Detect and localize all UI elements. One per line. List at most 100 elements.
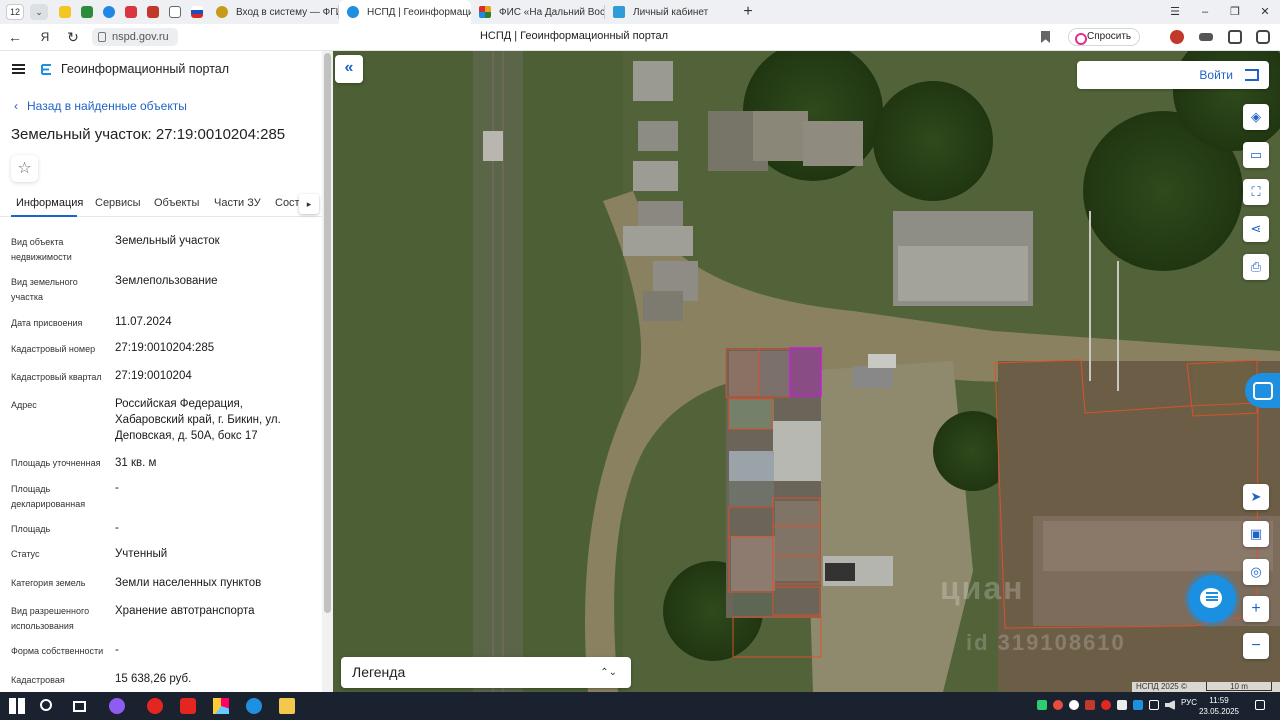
restore-icon[interactable]: ❐ — [1220, 0, 1250, 24]
scale-bar: 10 m — [1206, 682, 1272, 691]
tabs-menu-chevron-icon[interactable]: ⌄ — [30, 4, 48, 20]
browser-tab[interactable]: ФИС «На Дальний Восто — [471, 0, 604, 24]
browser-tab[interactable]: Личный кабинет — [605, 0, 733, 24]
tray-icon[interactable] — [1117, 700, 1127, 710]
select-area-icon[interactable]: ⛶ — [1243, 179, 1269, 205]
browser-tab-active[interactable]: НСПД | Геоинформацио ✕ — [339, 0, 471, 24]
yandex-icon[interactable] — [180, 698, 196, 714]
zoom-in-icon[interactable]: + — [1243, 596, 1269, 622]
pinned-tab-icon[interactable] — [169, 6, 181, 18]
share-icon[interactable]: ⋖ — [1243, 216, 1269, 242]
browser-tab-title: ФИС «На Дальний Восто — [499, 6, 604, 18]
notifications-icon[interactable] — [1255, 700, 1265, 710]
attribution-text: НСПД 2025 © — [1136, 682, 1187, 691]
browser-tab-title: Личный кабинет — [633, 6, 709, 18]
tab-information[interactable]: Информация — [16, 197, 83, 209]
object-title: Земельный участок: 27:19:0010204:285 — [11, 126, 286, 143]
attr-value: Российская Федерация, Хабаровский край, … — [115, 398, 281, 442]
attr-value: - — [115, 522, 119, 534]
app-icon[interactable] — [109, 698, 125, 714]
profile-icon[interactable] — [1256, 30, 1270, 44]
back-link-label: Назад в найденные объекты — [27, 99, 187, 113]
close-window-icon[interactable]: ✕ — [1250, 0, 1280, 24]
language-indicator[interactable]: РУС — [1181, 698, 1197, 707]
pinned-tab-icon[interactable] — [81, 6, 93, 18]
pinned-tab-icon[interactable] — [191, 6, 203, 18]
panel-scrollbar[interactable] — [322, 51, 333, 692]
extension-icon[interactable] — [1170, 30, 1184, 44]
file-explorer-icon[interactable] — [279, 698, 295, 714]
geolocation-icon[interactable]: ◎ — [1243, 559, 1269, 585]
tab-parcel-parts[interactable]: Части ЗУ — [214, 197, 261, 209]
clock-date: 23.05.2025 — [1198, 707, 1240, 716]
attr-label: Площадь — [11, 524, 51, 534]
extension-icon[interactable] — [1199, 33, 1213, 41]
site-favicon-icon — [216, 6, 228, 18]
tray-icon[interactable] — [1133, 700, 1143, 710]
selected-parcel[interactable] — [789, 347, 822, 397]
downloads-icon[interactable] — [1228, 30, 1242, 44]
print-icon[interactable]: ⎙ — [1243, 254, 1269, 280]
new-tab-button[interactable]: + — [739, 3, 757, 21]
tray-icon[interactable] — [1053, 700, 1063, 710]
task-view-icon[interactable] — [73, 701, 86, 712]
pinned-tab-icon[interactable] — [103, 6, 115, 18]
ask-button[interactable]: Спросить — [1068, 28, 1141, 46]
layers-icon[interactable]: ◈ — [1243, 104, 1269, 130]
login-button[interactable]: Войти — [1077, 61, 1269, 89]
attr-value: Земельный участок — [115, 235, 220, 247]
locate-icon[interactable]: ➤ — [1243, 484, 1269, 510]
legend-dropdown[interactable]: Легенда ⌃⌄ — [341, 657, 631, 688]
tray-icon[interactable] — [1085, 700, 1095, 710]
attr-label: Категория земель — [11, 578, 86, 588]
minimap-icon[interactable]: ▣ — [1243, 521, 1269, 547]
login-icon — [1245, 69, 1259, 81]
os-taskbar: РУС 11:59 23.05.2025 — [0, 692, 1280, 720]
yandex-browser-icon[interactable] — [147, 698, 163, 714]
app-icon[interactable] — [246, 698, 262, 714]
app-icon[interactable] — [213, 698, 229, 714]
browser-address-bar: ← Я ↻ nspd.gov.ru НСПД | Геоинформационн… — [0, 24, 1280, 51]
zoom-out-icon[interactable]: − — [1243, 633, 1269, 659]
favorite-star-button[interactable]: ☆ — [11, 155, 38, 182]
expand-collapse-icon: ⌃⌄ — [600, 667, 617, 678]
scrollbar-thumb[interactable] — [324, 53, 331, 613]
watermark-logo: циан — [940, 570, 1025, 606]
attr-label: Кадастровый номер — [11, 344, 96, 354]
minimize-icon[interactable]: – — [1190, 0, 1220, 24]
site-favicon-icon — [347, 6, 359, 18]
support-chat-icon[interactable] — [1245, 373, 1280, 408]
network-icon[interactable] — [1149, 700, 1159, 710]
system-clock[interactable]: 11:59 23.05.2025 — [1197, 695, 1241, 717]
login-label: Войти — [1199, 68, 1233, 82]
attr-value: Землепользование — [115, 275, 218, 287]
search-icon[interactable] — [40, 699, 52, 711]
map-view[interactable] — [333, 51, 1280, 692]
tabs-scroll-right-icon[interactable]: ▸ — [299, 194, 319, 214]
pinned-tab-icon[interactable] — [59, 6, 71, 18]
tray-icon[interactable] — [1037, 700, 1047, 710]
tray-icon[interactable] — [1101, 700, 1111, 710]
browser-tab[interactable]: Вход в систему — ФГИС — [208, 0, 338, 24]
ruler-icon[interactable]: ▭ — [1243, 142, 1269, 168]
tab-services[interactable]: Сервисы — [95, 197, 141, 209]
tab-counter[interactable]: 12 — [6, 4, 24, 20]
attr-value: 11.07.2024 — [115, 316, 172, 328]
chevron-left-icon: ‹ — [14, 99, 18, 113]
pinned-tabs — [54, 6, 208, 18]
windows-start-icon[interactable] — [9, 698, 25, 714]
tab-objects[interactable]: Объекты — [154, 197, 199, 209]
attr-label: Вид земельного участка — [11, 277, 78, 302]
attr-label: Площадь декларированная — [11, 484, 86, 509]
hamburger-menu-icon[interactable] — [12, 64, 25, 74]
collapse-panel-button[interactable]: « — [335, 55, 363, 83]
pinned-tab-icon[interactable] — [125, 6, 137, 18]
back-to-results-link[interactable]: ‹ Назад в найденные объекты — [14, 99, 187, 113]
menu-icon[interactable]: ☰ — [1160, 0, 1190, 24]
pinned-tab-icon[interactable] — [147, 6, 159, 18]
tray-icon[interactable] — [1069, 700, 1079, 710]
volume-icon[interactable] — [1165, 700, 1175, 710]
window-controls: ☰ – ❐ ✕ — [1160, 0, 1280, 24]
attr-label: Вид разрешенного использования — [11, 606, 90, 631]
site-favicon-icon — [613, 6, 625, 18]
